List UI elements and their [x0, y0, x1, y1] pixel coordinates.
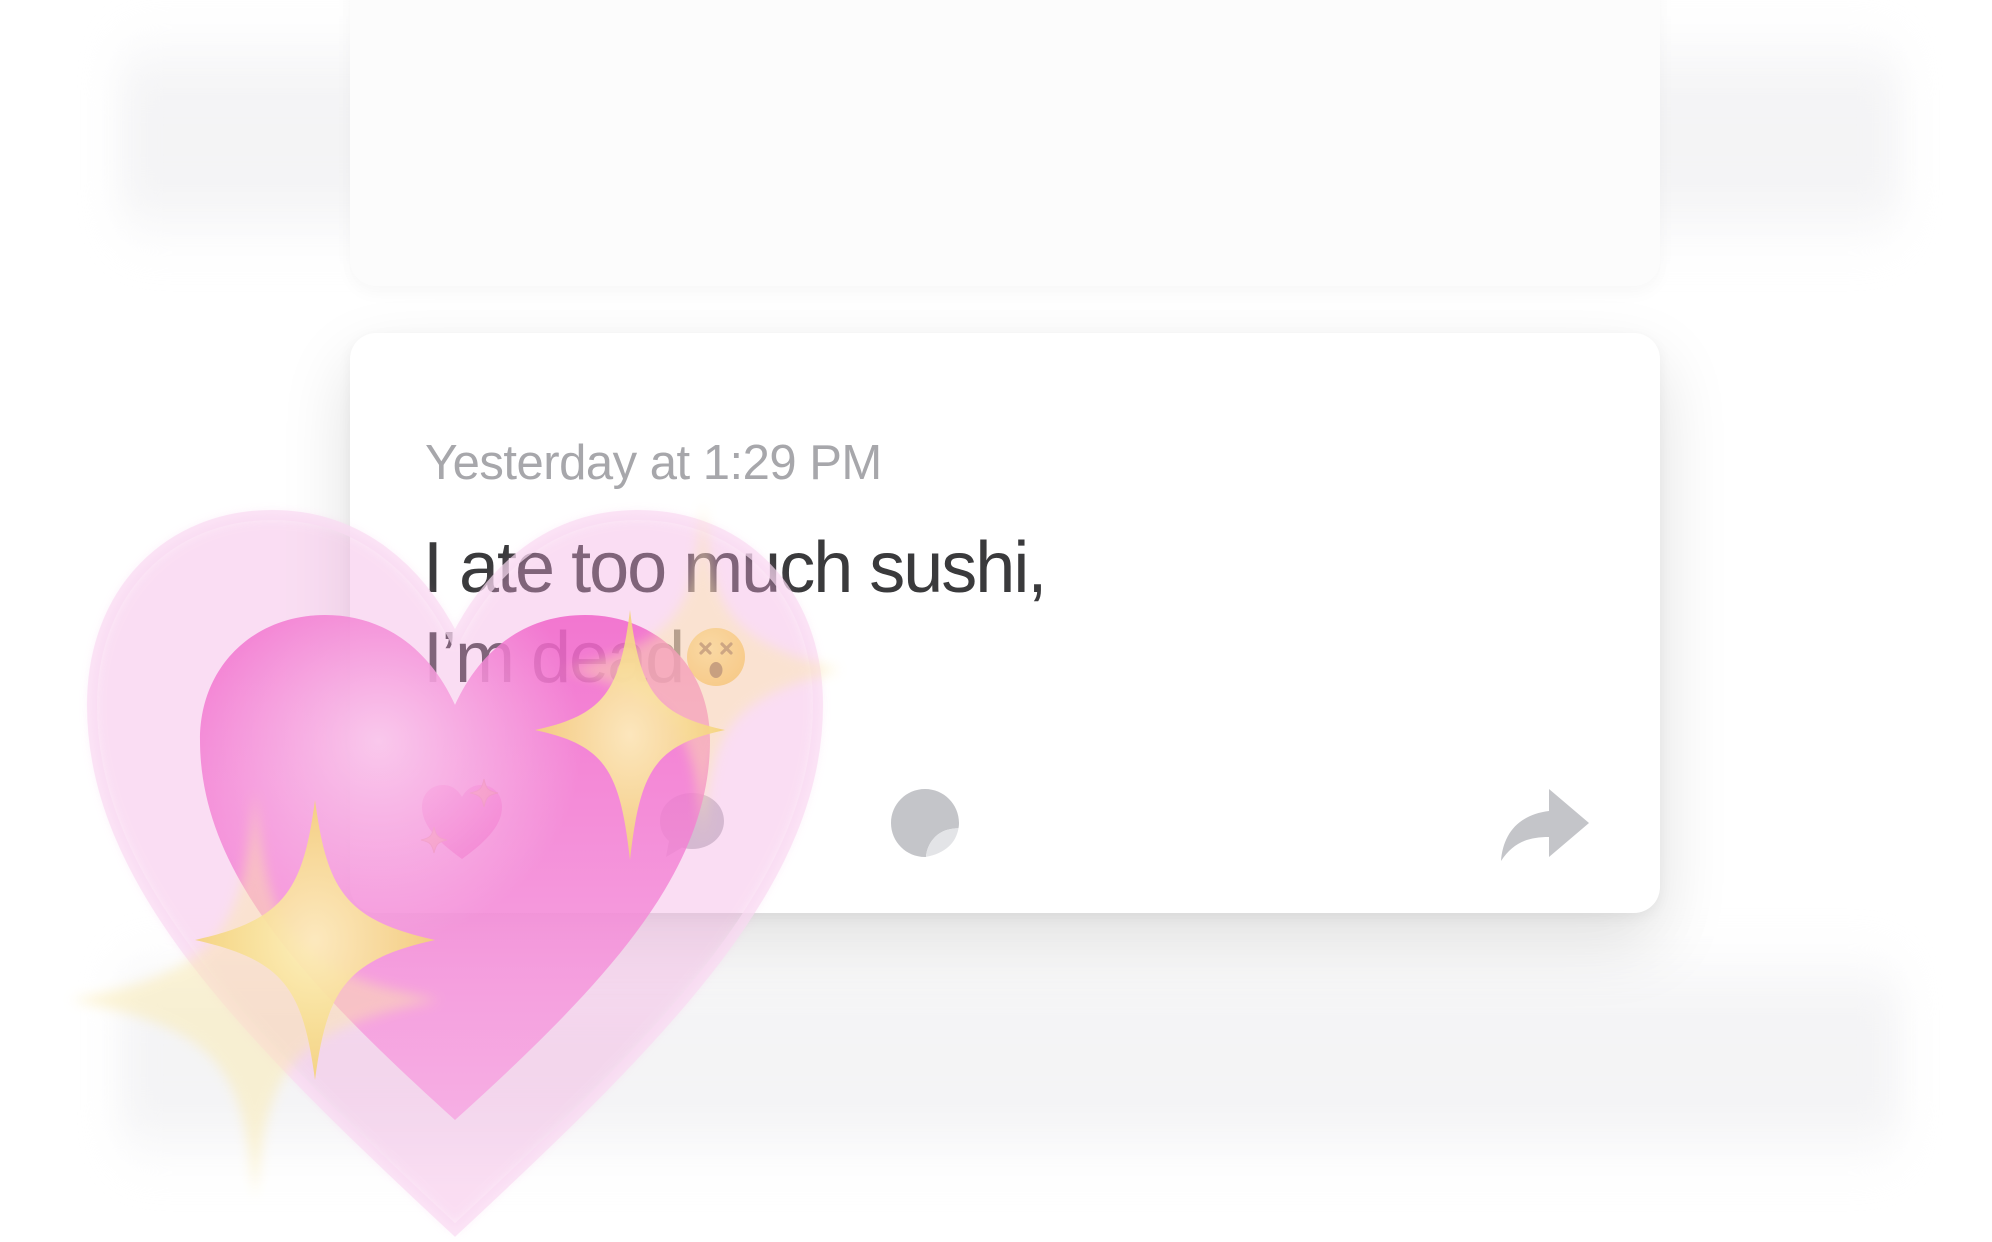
react-button[interactable] [414, 775, 510, 875]
post-message-text: I’m dead [423, 618, 685, 698]
dizzy-face-icon [685, 619, 747, 686]
speech-bubble-icon [650, 783, 734, 867]
sticker-icon [885, 783, 965, 863]
sparkling-heart-icon [414, 775, 510, 871]
share-arrow-icon [1495, 779, 1595, 879]
comment-button[interactable] [650, 783, 734, 883]
background-feed-ghost [120, 940, 1900, 1180]
post-message: I ate too much sushi, I’m dead [423, 523, 1047, 703]
post-timestamp: Yesterday at 1:29 PM [425, 436, 882, 490]
sticker-button[interactable] [885, 783, 965, 883]
previous-post-card[interactable] [350, 0, 1660, 286]
post-card[interactable]: Yesterday at 1:29 PM I ate too much sush… [350, 333, 1660, 913]
screen: Yesterday at 1:29 PM I ate too much sush… [0, 0, 1992, 1242]
post-message-line: I’m dead [423, 613, 1045, 703]
share-button[interactable] [1495, 779, 1595, 879]
post-message-line: I ate too much sushi, [423, 528, 1047, 608]
post-actions-bar [350, 773, 1660, 883]
